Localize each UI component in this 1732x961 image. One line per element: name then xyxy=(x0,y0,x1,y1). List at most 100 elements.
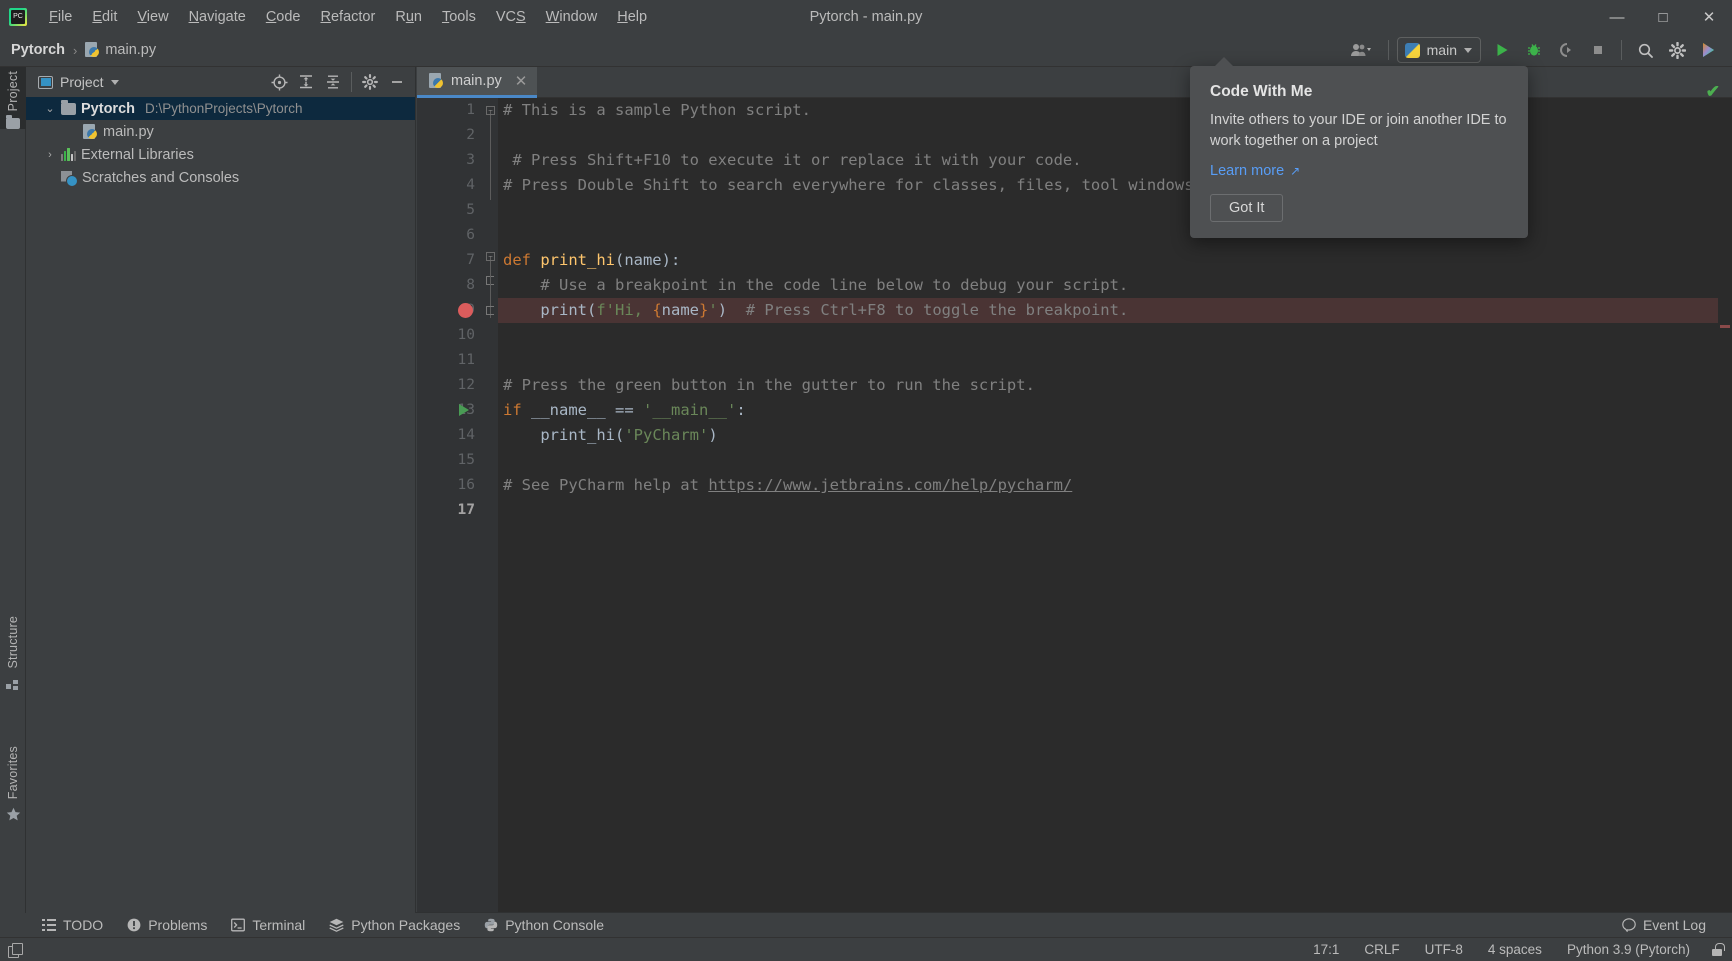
maximize-button[interactable]: □ xyxy=(1640,0,1686,34)
code-line[interactable] xyxy=(498,348,1732,373)
python-interpreter[interactable]: Python 3.9 (Pytorch) xyxy=(1563,940,1694,959)
line-number[interactable]: 7 xyxy=(417,248,483,273)
line-number[interactable]: 4 xyxy=(417,173,483,198)
file-encoding[interactable]: UTF-8 xyxy=(1421,940,1467,959)
line-number[interactable]: 8 xyxy=(417,273,483,298)
caret-position[interactable]: 17:1 xyxy=(1309,940,1343,959)
code-line[interactable] xyxy=(498,223,1732,248)
run-with-coverage-button[interactable] xyxy=(1551,37,1581,63)
menu-item-code[interactable]: Code xyxy=(256,5,311,29)
code-line[interactable]: # This is a sample Python script. xyxy=(498,98,1732,123)
inspection-status-icon[interactable]: ✔ xyxy=(1706,82,1720,102)
line-number[interactable]: 1 xyxy=(417,98,483,123)
line-number[interactable]: 9 xyxy=(417,298,483,323)
sidebar-item-project[interactable]: Project xyxy=(0,67,26,130)
code-text[interactable]: # This is a sample Python script. # Pres… xyxy=(498,98,1732,913)
run-line-marker-icon[interactable] xyxy=(459,404,469,416)
line-separator[interactable]: CRLF xyxy=(1360,940,1403,959)
tool-window-problems[interactable]: Problems xyxy=(115,914,219,936)
line-number[interactable]: 14 xyxy=(417,423,483,448)
code-line[interactable]: # Press Shift+F10 to execute it or repla… xyxy=(498,148,1732,173)
editor-gutter[interactable]: 1234567891011121314151617 xyxy=(417,98,483,913)
tab-main-py[interactable]: main.py ✕ xyxy=(417,67,538,98)
line-number[interactable]: 2 xyxy=(417,123,483,148)
close-button[interactable]: ✕ xyxy=(1686,0,1732,34)
search-everywhere-button[interactable] xyxy=(1630,37,1660,63)
hide-panel-button[interactable] xyxy=(385,70,409,94)
menu-item-navigate[interactable]: Navigate xyxy=(179,5,256,29)
code-line[interactable]: if __name__ == '__main__': xyxy=(498,398,1732,423)
debug-button[interactable] xyxy=(1519,37,1549,63)
code-line[interactable]: # Press the green button in the gutter t… xyxy=(498,373,1732,398)
tool-window-python-packages[interactable]: Python Packages xyxy=(317,914,472,936)
line-number[interactable]: 6 xyxy=(417,223,483,248)
menu-item-help[interactable]: Help xyxy=(607,5,657,29)
expand-all-button[interactable] xyxy=(294,70,318,94)
unlocked-icon[interactable] xyxy=(1711,943,1725,956)
indent-setting[interactable]: 4 spaces xyxy=(1484,940,1546,959)
code-line[interactable]: # See PyCharm help at https://www.jetbra… xyxy=(498,473,1732,498)
breadcrumb-project[interactable]: Pytorch xyxy=(11,42,65,58)
code-editor[interactable]: 1234567891011121314151617 − − # This is … xyxy=(417,98,1732,913)
menu-item-refactor[interactable]: Refactor xyxy=(311,5,386,29)
run-configuration-selector[interactable]: main xyxy=(1396,37,1481,63)
error-stripe-marker-bar[interactable] xyxy=(1718,129,1732,913)
stack-windows-icon[interactable] xyxy=(8,942,23,958)
line-number[interactable]: 12 xyxy=(417,373,483,398)
tree-node-pytorch[interactable]: ⌄ Pytorch D:\PythonProjects\Pytorch xyxy=(26,97,415,120)
code-line[interactable]: print(f'Hi, {name}') # Press Ctrl+F8 to … xyxy=(498,298,1732,323)
tree-node-main-py[interactable]: main.py xyxy=(26,120,415,143)
code-line[interactable] xyxy=(498,498,1732,523)
got-it-button[interactable]: Got It xyxy=(1210,194,1284,222)
stop-button[interactable] xyxy=(1583,37,1613,63)
code-line[interactable]: def print_hi(name): xyxy=(498,248,1732,273)
tool-window-terminal[interactable]: Terminal xyxy=(219,914,317,936)
menu-item-edit[interactable]: Edit xyxy=(82,5,127,29)
minimize-button[interactable]: — xyxy=(1594,0,1640,34)
learn-more-link[interactable]: Learn more ↗ xyxy=(1210,163,1300,179)
settings-button[interactable] xyxy=(1662,37,1692,63)
event-log-button[interactable]: Event Log xyxy=(1610,914,1718,936)
line-number[interactable]: 15 xyxy=(417,448,483,473)
code-line[interactable]: # Use a breakpoint in the code line belo… xyxy=(498,273,1732,298)
close-icon[interactable]: ✕ xyxy=(515,72,528,90)
sidebar-item-structure[interactable]: Structure xyxy=(0,612,26,691)
breakpoint-marker[interactable] xyxy=(458,303,473,318)
code-line[interactable]: # Press Double Shift to search everywher… xyxy=(498,173,1732,198)
line-number[interactable]: 13 xyxy=(417,398,483,423)
menu-item-view[interactable]: View xyxy=(127,5,178,29)
line-number[interactable]: 5 xyxy=(417,198,483,223)
tool-window-todo[interactable]: TODO xyxy=(30,914,115,936)
fold-collapse-icon-2[interactable]: − xyxy=(486,252,495,261)
code-with-me-button[interactable] xyxy=(1342,37,1380,63)
menu-item-run[interactable]: Run xyxy=(385,5,432,29)
line-number[interactable]: 16 xyxy=(417,473,483,498)
code-line[interactable] xyxy=(498,123,1732,148)
code-line[interactable] xyxy=(498,323,1732,348)
menu-item-window[interactable]: Window xyxy=(536,5,608,29)
toolbox-updates-button[interactable] xyxy=(1694,37,1724,63)
select-opened-file-button[interactable] xyxy=(267,70,291,94)
chevron-down-icon[interactable] xyxy=(110,79,119,85)
tree-node-scratches-and-consoles[interactable]: Scratches and Consoles xyxy=(26,166,415,189)
stripe-marker[interactable] xyxy=(1720,325,1730,328)
line-number[interactable]: 3 xyxy=(417,148,483,173)
code-line[interactable] xyxy=(498,448,1732,473)
line-number[interactable]: 11 xyxy=(417,348,483,373)
tree-expand-arrow[interactable]: ⌄ xyxy=(44,102,56,115)
collapse-all-button[interactable] xyxy=(321,70,345,94)
sidebar-item-favorites[interactable]: Favorites xyxy=(0,742,26,822)
tree-expand-arrow[interactable]: › xyxy=(44,149,56,161)
tool-window-python-console[interactable]: Python Console xyxy=(472,914,616,936)
project-panel-title[interactable]: Project xyxy=(38,74,119,90)
code-token-link[interactable]: https://www.jetbrains.com/help/pycharm/ xyxy=(708,476,1072,494)
menu-item-tools[interactable]: Tools xyxy=(432,5,486,29)
menu-item-file[interactable]: File xyxy=(39,5,82,29)
code-line[interactable]: print_hi('PyCharm') xyxy=(498,423,1732,448)
fold-collapse-icon[interactable]: − xyxy=(486,106,495,115)
line-number[interactable]: 10 xyxy=(417,323,483,348)
code-line[interactable] xyxy=(498,198,1732,223)
run-button[interactable] xyxy=(1487,37,1517,63)
line-number[interactable]: 17 xyxy=(417,498,483,523)
breadcrumb-file[interactable]: main.py xyxy=(85,42,156,58)
